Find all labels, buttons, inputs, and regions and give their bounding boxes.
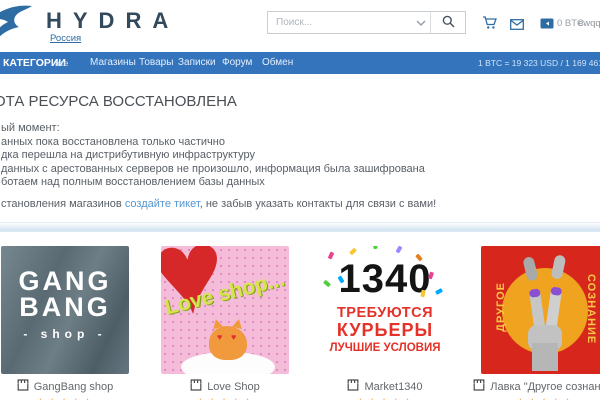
shop-link-other-mind[interactable]: Лавка "Другое сознание" xyxy=(465,379,600,394)
shop-image-gangbang[interactable]: GANG BANG - shop - xyxy=(1,246,129,374)
announcement-line: анных пока восстановлена только частично xyxy=(1,136,225,148)
shop-link-market1340[interactable]: Market1340 xyxy=(305,379,465,394)
announcement-line: дка перешла на дистрибутивную инфраструк… xyxy=(1,149,255,161)
announcement-title: ОТА РЕСУРСА ВОССТАНОВЛЕНА xyxy=(0,93,237,110)
shop-rating-stars: ★★★★★ xyxy=(305,396,465,400)
othermind-art-right: СОЗНАНИЕ xyxy=(585,274,597,344)
nav-item-goods[interactable]: Товары xyxy=(139,52,173,74)
cat-graphic xyxy=(209,326,247,360)
market1340-art-line3: ЛУЧШИЕ УСЛОВИЯ xyxy=(321,342,449,354)
shop-icon xyxy=(347,379,359,394)
shop-name: GangBang shop xyxy=(34,381,114,393)
shop-icon xyxy=(17,379,29,394)
create-ticket-link[interactable]: создайте тикет xyxy=(125,198,200,210)
hydra-bird-logo-icon xyxy=(0,5,34,50)
shop-icon xyxy=(473,379,485,394)
region-link[interactable]: Россия xyxy=(50,33,81,44)
announcement-line: данных с арестованных серверов не произо… xyxy=(1,163,425,175)
shop-link-loveshop[interactable]: Love Shop xyxy=(145,379,305,394)
wallet-icon[interactable] xyxy=(540,16,554,34)
page: HYDRA Россия xyxy=(0,0,600,400)
search-icon xyxy=(442,15,455,31)
market1340-art-line1: ТРЕБУЮТСЯ xyxy=(321,306,449,321)
cart-icon[interactable] xyxy=(482,15,498,35)
shop-name: Лавка "Другое сознание" xyxy=(490,381,600,393)
gangbang-art-line3: - shop - xyxy=(1,327,129,341)
btc-rate: 1 BTC = 19 323 USD / 1 169 461 R xyxy=(478,52,600,74)
nav-categories-all[interactable]: все xyxy=(55,52,68,74)
confetti xyxy=(372,246,378,249)
nav-item-exchange[interactable]: Обмен xyxy=(262,52,293,74)
announcement-line: ый момент: xyxy=(1,122,60,134)
search-box xyxy=(267,11,466,34)
shop-rating-stars: ★★★★★ xyxy=(145,396,305,400)
shop-card-market1340: 1340 ТРЕБУЮТСЯ КУРЬЕРЫ ЛУЧШИЕ УСЛОВИЯ Ma… xyxy=(305,240,465,400)
ticket-line-after: , не забыв указать контакты для связи с … xyxy=(200,198,436,210)
main-nav: КАТЕГОРИИ все Магазины Товары Записки Фо… xyxy=(0,52,600,74)
announcement-line: ботаем над полным восстановлением базы д… xyxy=(1,176,265,188)
shop-card-other-mind: ДРУГОЕ СОЗНАНИЕ xyxy=(465,240,600,400)
othermind-art-left: ДРУГОЕ xyxy=(495,282,507,332)
confetti xyxy=(349,248,357,256)
market1340-art-line2: КУРЬЕРЫ xyxy=(321,321,449,340)
username-link[interactable]: ewqqwer xyxy=(578,18,600,29)
shop-card-gangbang: GANG BANG - shop - GangBang shop ★★★★★ xyxy=(0,240,145,400)
shop-icon xyxy=(190,379,202,394)
shop-rating-stars: ★★★★★ xyxy=(465,396,600,400)
shop-name: Market1340 xyxy=(364,381,422,393)
announcement-ticket-line: становления магазинов создайте тикет, не… xyxy=(1,198,436,210)
cat-heart-eye: ♥ xyxy=(217,333,222,342)
gangbang-art-line1: GANG xyxy=(1,268,129,294)
shop-image-other-mind[interactable]: ДРУГОЕ СОЗНАНИЕ xyxy=(481,246,600,374)
section-divider xyxy=(0,222,600,232)
peace-hand-graphic xyxy=(515,255,575,374)
nav-item-shops[interactable]: Магазины xyxy=(90,52,136,74)
header: HYDRA Россия xyxy=(0,0,600,52)
cat-heart-eye: ♥ xyxy=(231,333,236,342)
nav-item-forum[interactable]: Форум xyxy=(222,52,252,74)
shop-link-gangbang[interactable]: GangBang shop xyxy=(0,379,145,394)
mail-icon[interactable] xyxy=(510,17,524,35)
shop-image-market1340[interactable]: 1340 ТРЕБУЮТСЯ КУРЬЕРЫ ЛУЧШИЕ УСЛОВИЯ xyxy=(321,246,449,374)
confetti xyxy=(396,246,403,254)
nav-item-notes[interactable]: Записки xyxy=(178,52,216,74)
shop-image-loveshop[interactable]: ♥ Love shop... ♥ ♥ xyxy=(161,246,289,374)
shop-card-loveshop: ♥ Love shop... ♥ ♥ Love Shop ★★★★★ xyxy=(145,240,305,400)
brand-title: HYDRA xyxy=(46,8,179,34)
chevron-down-icon[interactable] xyxy=(412,20,430,26)
ticket-line-before: становления магазинов xyxy=(1,198,125,210)
shop-name: Love Shop xyxy=(207,381,260,393)
search-button[interactable] xyxy=(431,12,465,33)
gangbang-art-line2: BANG xyxy=(1,294,129,320)
shop-rating-stars: ★★★★★ xyxy=(0,396,145,400)
search-input[interactable] xyxy=(268,17,412,28)
